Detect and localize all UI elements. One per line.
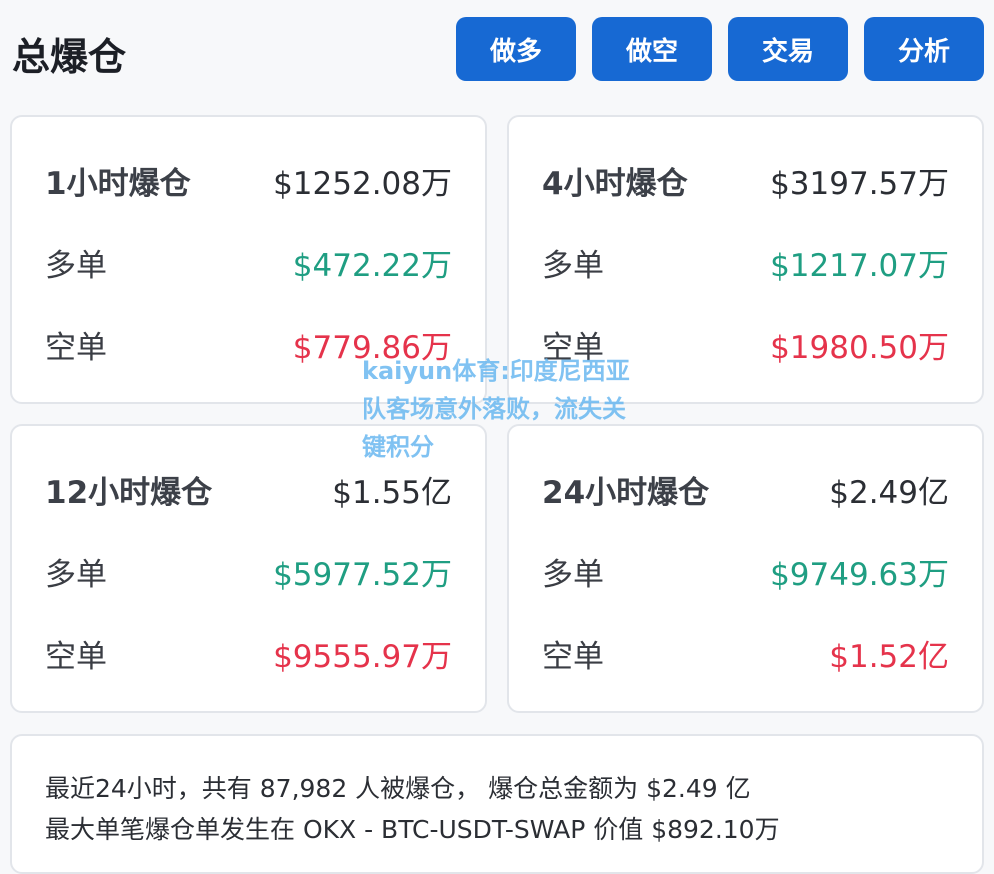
card-total-value: $2.49亿 [829, 475, 949, 511]
card-label: 4小时爆仓 [542, 166, 688, 202]
page-title: 总爆仓 [12, 35, 127, 79]
short-value: $1.52亿 [829, 639, 949, 675]
long-value: $1217.07万 [770, 248, 949, 284]
long-value: $5977.52万 [273, 557, 452, 593]
summary-line-2: 最大单笔爆仓单发生在 OKX - BTC-USDT-SWAP 价值 $892.1… [45, 815, 780, 844]
long-button[interactable]: 做多 [456, 17, 576, 81]
card-total-value: $3197.57万 [770, 166, 949, 202]
liquidation-card-12h: 12小时爆仓 $1.55亿 多单 $5977.52万 空单 $9555.97万 [10, 424, 487, 713]
long-value: $9749.63万 [770, 557, 949, 593]
long-label: 多单 [542, 557, 604, 593]
long-value: $472.22万 [292, 248, 452, 284]
trade-button[interactable]: 交易 [728, 17, 848, 81]
long-label: 多单 [542, 248, 604, 284]
long-label: 多单 [45, 248, 107, 284]
card-label: 12小时爆仓 [45, 475, 213, 511]
analysis-button[interactable]: 分析 [864, 17, 984, 81]
short-value: $9555.97万 [273, 639, 452, 675]
card-label: 1小时爆仓 [45, 166, 191, 202]
watermark-text: kaiyun体育:印度尼西亚队客场意外落败，流失关键积分 [362, 357, 630, 461]
short-button[interactable]: 做空 [592, 17, 712, 81]
short-value: $1980.50万 [770, 330, 949, 366]
card-total-value: $1252.08万 [273, 166, 452, 202]
card-total-value: $1.55亿 [332, 475, 452, 511]
summary-card: 最近24小时，共有 87,982 人被爆仓， 爆仓总金额为 $2.49 亿 最大… [10, 734, 984, 874]
liquidation-card-24h: 24小时爆仓 $2.49亿 多单 $9749.63万 空单 $1.52亿 [507, 424, 984, 713]
summary-line-1: 最近24小时，共有 87,982 人被爆仓， 爆仓总金额为 $2.49 亿 [45, 774, 751, 803]
short-label: 空单 [542, 639, 604, 675]
card-label: 24小时爆仓 [542, 475, 710, 511]
short-label: 空单 [45, 330, 107, 366]
long-label: 多单 [45, 557, 107, 593]
short-label: 空单 [45, 639, 107, 675]
